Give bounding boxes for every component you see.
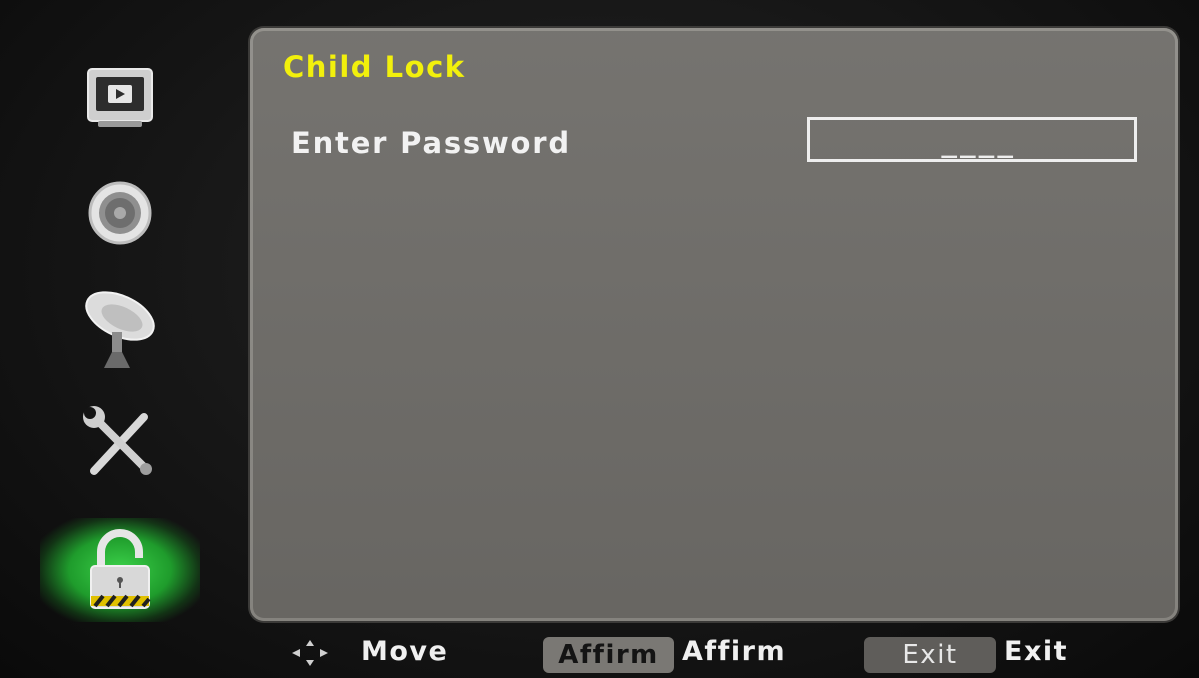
sidebar-item-sound[interactable] [40,165,200,260]
sidebar-item-lock[interactable] [40,518,200,622]
sidebar-item-channel[interactable] [40,280,200,375]
password-input[interactable]: ____ [807,117,1137,162]
tools-icon [80,403,160,483]
menu-sidebar [30,40,220,630]
speaker-icon [85,178,155,248]
child-lock-panel: Child Lock Enter Password ____ [250,28,1178,621]
password-label: Enter Password [291,126,571,160]
sidebar-item-picture[interactable] [40,50,200,145]
affirm-hint-label: Affirm [682,636,787,667]
help-bar: Move Affirm Affirm Exit Exit [0,628,1199,676]
exit-key-badge: Exit [864,637,996,673]
sidebar-item-setup[interactable] [40,395,200,490]
tv-screen: Child Lock Enter Password ____ Move Affi… [0,0,1199,678]
exit-hint-label: Exit [1004,636,1069,667]
lock-icon [85,528,155,612]
tv-icon [84,65,156,131]
password-value: ____ [941,129,1016,159]
satellite-dish-icon [78,286,162,370]
move-hint-label: Move [361,636,449,667]
page-title: Child Lock [283,50,466,84]
affirm-key-badge: Affirm [543,637,674,673]
move-arrows-icon [288,638,332,672]
